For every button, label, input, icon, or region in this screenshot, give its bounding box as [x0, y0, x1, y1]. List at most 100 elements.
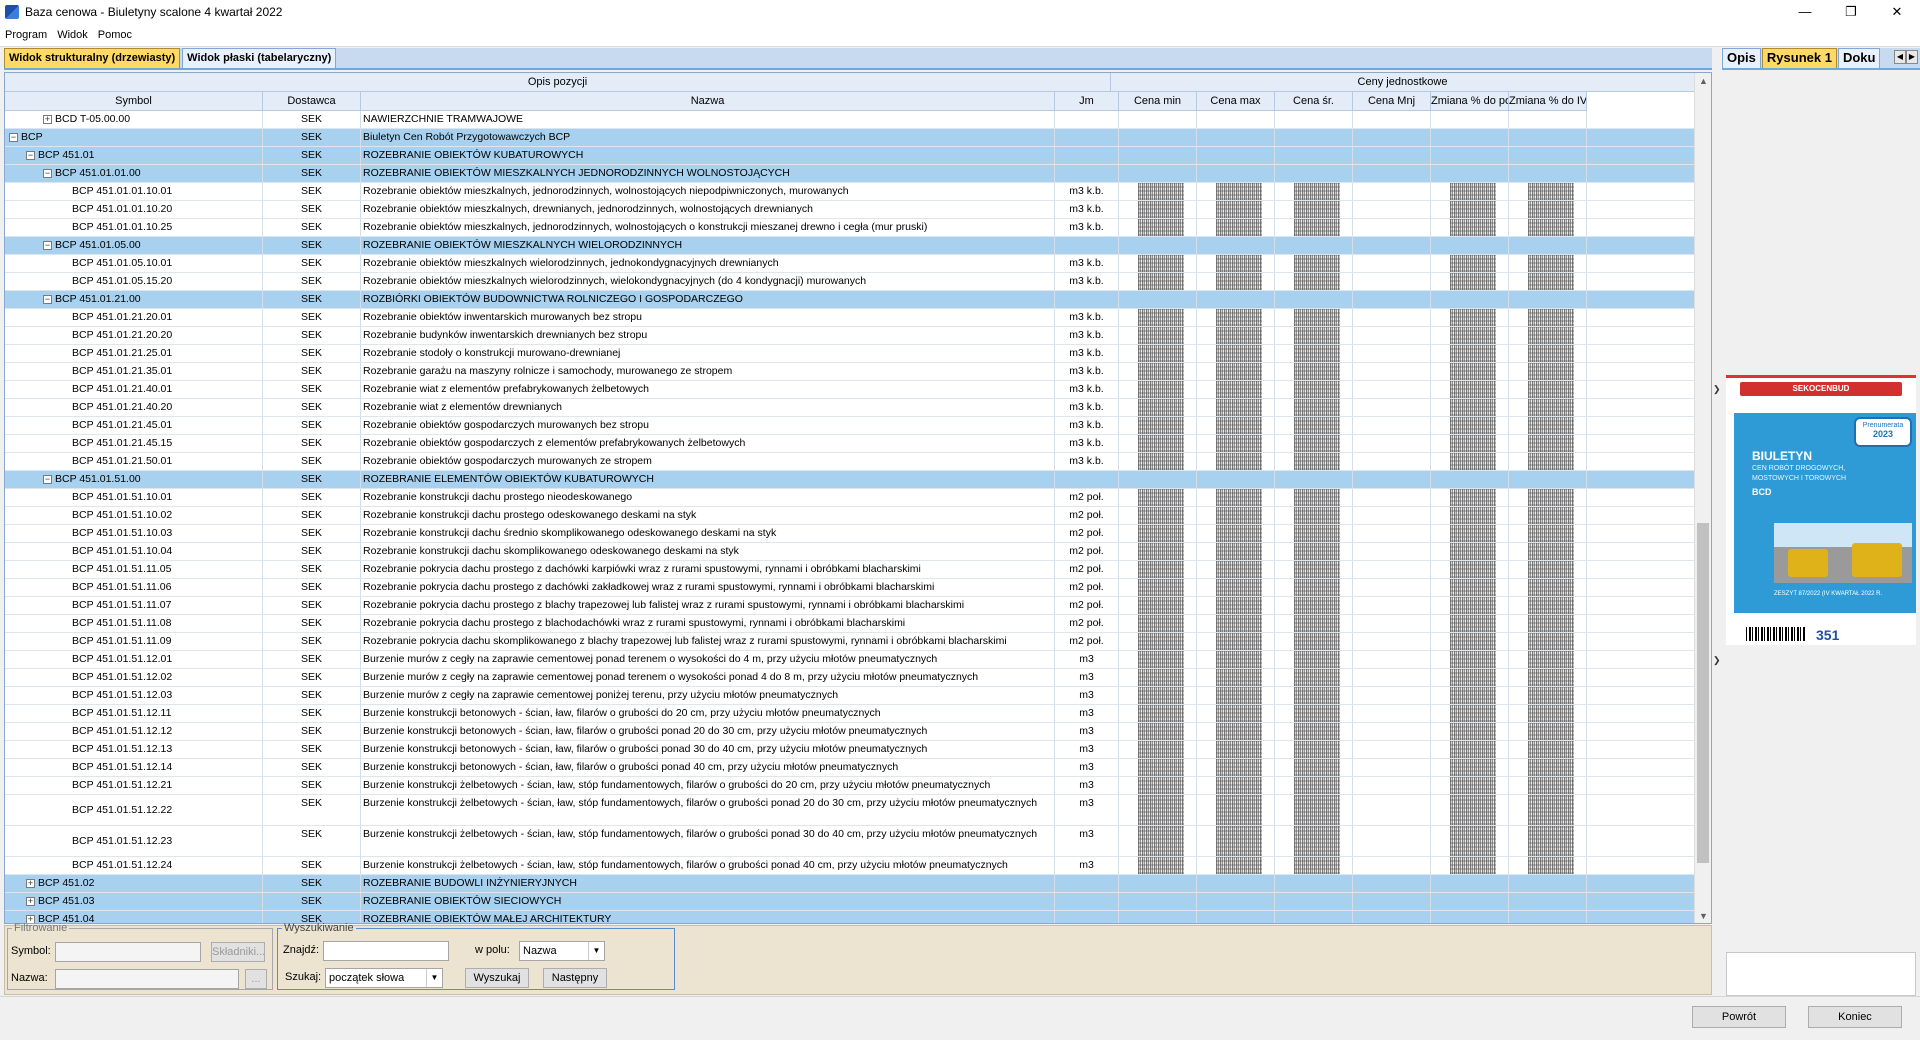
expand-icon[interactable]: +	[26, 879, 35, 888]
tab-rysunek[interactable]: Rysunek 1	[1761, 48, 1837, 68]
chevron-right-icon[interactable]: ❯	[1713, 384, 1721, 395]
right-text-box[interactable]	[1726, 952, 1916, 996]
collapse-icon[interactable]: −	[26, 151, 35, 160]
col-zmiana-iv-header[interactable]: Zmiana % do IV ...	[1509, 92, 1587, 110]
scrollbar-thumb[interactable]	[1697, 523, 1709, 863]
close-button[interactable]: ✕	[1874, 0, 1920, 23]
back-button[interactable]: Powrót	[1692, 1006, 1786, 1028]
table-row[interactable]: BCP 451.01.51.12.22 SEK Burzenie konstrukc…	[5, 795, 1695, 826]
col-symbol-header[interactable]: Symbol	[5, 92, 263, 110]
search-input[interactable]	[323, 941, 449, 961]
table-row[interactable]: BCP 451.01.51.10.01 SEK Rozebranie konstru…	[5, 489, 1695, 507]
cell-cena-max	[1197, 399, 1275, 416]
minimize-button[interactable]: —	[1782, 0, 1828, 23]
table-row[interactable]: BCP 451.01.51.11.07 SEK Rozebranie pokryci…	[5, 597, 1695, 615]
table-row[interactable]: BCP 451.01.21.20.20 SEK Rozebranie budynkó…	[5, 327, 1695, 345]
col-cena-sr-header[interactable]: Cena śr.	[1275, 92, 1353, 110]
collapse-icon[interactable]: −	[43, 169, 52, 178]
table-row[interactable]: BCP 451.01.01.10.25 SEK Rozebranie obiektó…	[5, 219, 1695, 237]
expand-icon[interactable]: +	[26, 897, 35, 906]
skladniki-button[interactable]: Składniki...	[211, 942, 265, 962]
table-row[interactable]: BCP 451.01.05.15.20 SEK Rozebranie obiektó…	[5, 273, 1695, 291]
table-row[interactable]: BCP 451.01.01.10.20 SEK Rozebranie obiektó…	[5, 201, 1695, 219]
table-row[interactable]: BCP 451.01.21.20.01 SEK Rozebranie obiektó…	[5, 309, 1695, 327]
table-row[interactable]: BCP 451.01.51.11.06 SEK Rozebranie pokryci…	[5, 579, 1695, 597]
collapse-icon[interactable]: −	[43, 241, 52, 250]
tab-scroll-left-icon[interactable]: ◀	[1894, 50, 1906, 64]
tab-structural-view[interactable]: Widok strukturalny (drzewiasty)	[4, 48, 181, 68]
tab-flat-view[interactable]: Widok płaski (tabelaryczny)	[182, 48, 337, 68]
table-row[interactable]: − BCP SEK Biuletyn Cen Robót Przygotowawczy…	[5, 129, 1695, 147]
table-row[interactable]: BCP 451.01.21.25.01 SEK Rozebranie stodoły…	[5, 345, 1695, 363]
table-row[interactable]: − BCP 451.01.21.00 SEK ROZBIÓRKI OBIEKTÓW B…	[5, 291, 1695, 309]
col-nazwa-header[interactable]: Nazwa	[361, 92, 1055, 110]
col-cena-max-header[interactable]: Cena max	[1197, 92, 1275, 110]
table-row[interactable]: BCP 451.01.51.12.11 SEK Burzenie konstrukc…	[5, 705, 1695, 723]
table-row[interactable]: BCP 451.01.51.12.21 SEK Burzenie konstrukc…	[5, 777, 1695, 795]
expand-icon[interactable]: +	[43, 115, 52, 124]
end-button[interactable]: Koniec	[1808, 1006, 1902, 1028]
table-row[interactable]: BCP 451.01.51.12.02 SEK Burzenie murów z c…	[5, 669, 1695, 687]
table-row[interactable]: − BCP 451.01.51.00 SEK ROZEBRANIE ELEMENTÓW…	[5, 471, 1695, 489]
collapse-icon[interactable]: −	[43, 475, 52, 484]
search-field-select[interactable]: Nazwa ▼	[519, 941, 605, 961]
table-row[interactable]: BCP 451.01.51.12.13 SEK Burzenie konstrukc…	[5, 741, 1695, 759]
table-row[interactable]: BCP 451.01.51.10.03 SEK Rozebranie konstru…	[5, 525, 1695, 543]
table-row[interactable]: + BCP 451.03 SEK ROZEBRANIE OBIEKTÓW SIECIO…	[5, 893, 1695, 911]
menu-pomoc[interactable]: Pomoc	[93, 29, 137, 41]
col-jm-header[interactable]: Jm	[1055, 92, 1119, 110]
menu-program[interactable]: Program	[0, 29, 52, 41]
table-row[interactable]: BCP 451.01.51.12.24 SEK Burzenie konstrukc…	[5, 857, 1695, 875]
cell-cena-mnj	[1353, 219, 1431, 236]
collapse-icon[interactable]: −	[9, 133, 18, 142]
menu-widok[interactable]: Widok	[52, 29, 93, 41]
scroll-up-icon[interactable]: ▲	[1695, 73, 1711, 90]
filter-nazwa-input[interactable]	[55, 969, 239, 989]
table-row[interactable]: BCP 451.01.51.12.01 SEK Burzenie murów z c…	[5, 651, 1695, 669]
table-row[interactable]: − BCP 451.01 SEK ROZEBRANIE OBIEKTÓW KUBATU…	[5, 147, 1695, 165]
filter-symbol-input[interactable]	[55, 942, 201, 962]
col-cena-mnj-header[interactable]: Cena Mnj	[1353, 92, 1431, 110]
table-row[interactable]: BCP 451.01.05.10.01 SEK Rozebranie obiektó…	[5, 255, 1695, 273]
table-row[interactable]: BCP 451.01.21.45.01 SEK Rozebranie obiektó…	[5, 417, 1695, 435]
table-row[interactable]: BCP 451.01.51.11.05 SEK Rozebranie pokryci…	[5, 561, 1695, 579]
cell-cena-max	[1197, 875, 1275, 892]
table-row[interactable]: BCP 451.01.51.10.04 SEK Rozebranie konstru…	[5, 543, 1695, 561]
next-button[interactable]: Następny	[543, 968, 607, 988]
cell-zmiana-iv	[1509, 875, 1587, 892]
restore-button[interactable]: ❐	[1828, 0, 1874, 23]
table-row[interactable]: BCP 451.01.51.12.03 SEK Burzenie murów z c…	[5, 687, 1695, 705]
tab-scroll-right-icon[interactable]: ▶	[1906, 50, 1918, 64]
cell-cena-min	[1119, 687, 1197, 704]
collapse-icon[interactable]: −	[43, 295, 52, 304]
symbol-text: BCP 451.01.51.12.02	[72, 671, 173, 683]
table-row[interactable]: BCP 451.01.21.40.20 SEK Rozebranie wiat z …	[5, 399, 1695, 417]
table-row[interactable]: BCP 451.01.51.11.09 SEK Rozebranie pokryci…	[5, 633, 1695, 651]
grid-vertical-scrollbar[interactable]: ▲ ▼	[1694, 73, 1711, 923]
table-row[interactable]: BCP 451.01.01.10.01 SEK Rozebranie obiektó…	[5, 183, 1695, 201]
table-row[interactable]: BCP 451.01.51.10.02 SEK Rozebranie konstru…	[5, 507, 1695, 525]
scroll-down-icon[interactable]: ▼	[1695, 908, 1711, 923]
tab-dokumenty[interactable]: Doku	[1837, 48, 1881, 68]
table-row[interactable]: BCP 451.01.21.50.01 SEK Rozebranie obiektó…	[5, 453, 1695, 471]
table-row[interactable]: − BCP 451.01.05.00 SEK ROZEBRANIE OBIEKTÓW …	[5, 237, 1695, 255]
table-row[interactable]: BCP 451.01.21.45.15 SEK Rozebranie obiektó…	[5, 435, 1695, 453]
filter-dots-button[interactable]: ...	[245, 969, 267, 989]
table-row[interactable]: BCP 451.01.51.12.14 SEK Burzenie konstrukc…	[5, 759, 1695, 777]
table-row[interactable]: BCP 451.01.21.35.01 SEK Rozebranie garażu …	[5, 363, 1695, 381]
chevron-right-icon[interactable]: ❯	[1713, 655, 1721, 666]
cell-zmiana-iv	[1509, 471, 1587, 488]
table-row[interactable]: BCP 451.01.51.12.12 SEK Burzenie konstrukc…	[5, 723, 1695, 741]
col-zmiana-po-header[interactable]: Zmiana % do po...	[1431, 92, 1509, 110]
col-cena-min-header[interactable]: Cena min	[1119, 92, 1197, 110]
search-button[interactable]: Wyszukaj	[465, 968, 529, 988]
table-row[interactable]: BCP 451.01.51.12.23 SEK Burzenie konstrukc…	[5, 826, 1695, 857]
table-row[interactable]: BCP 451.01.51.11.08 SEK Rozebranie pokryci…	[5, 615, 1695, 633]
tab-opis[interactable]: Opis	[1722, 48, 1761, 68]
col-dostawca-header[interactable]: Dostawca	[263, 92, 361, 110]
table-row[interactable]: BCP 451.01.21.40.01 SEK Rozebranie wiat z …	[5, 381, 1695, 399]
table-row[interactable]: + BCP 451.02 SEK ROZEBRANIE BUDOWLI INŻYNIE…	[5, 875, 1695, 893]
search-mode-select[interactable]: początek słowa ▼	[325, 968, 443, 988]
table-row[interactable]: − BCP 451.01.01.00 SEK ROZEBRANIE OBIEKTÓW …	[5, 165, 1695, 183]
table-row[interactable]: + BCD T-05.00.00 SEK NAWIERZCHNIE TRAMWAJOW…	[5, 111, 1695, 129]
